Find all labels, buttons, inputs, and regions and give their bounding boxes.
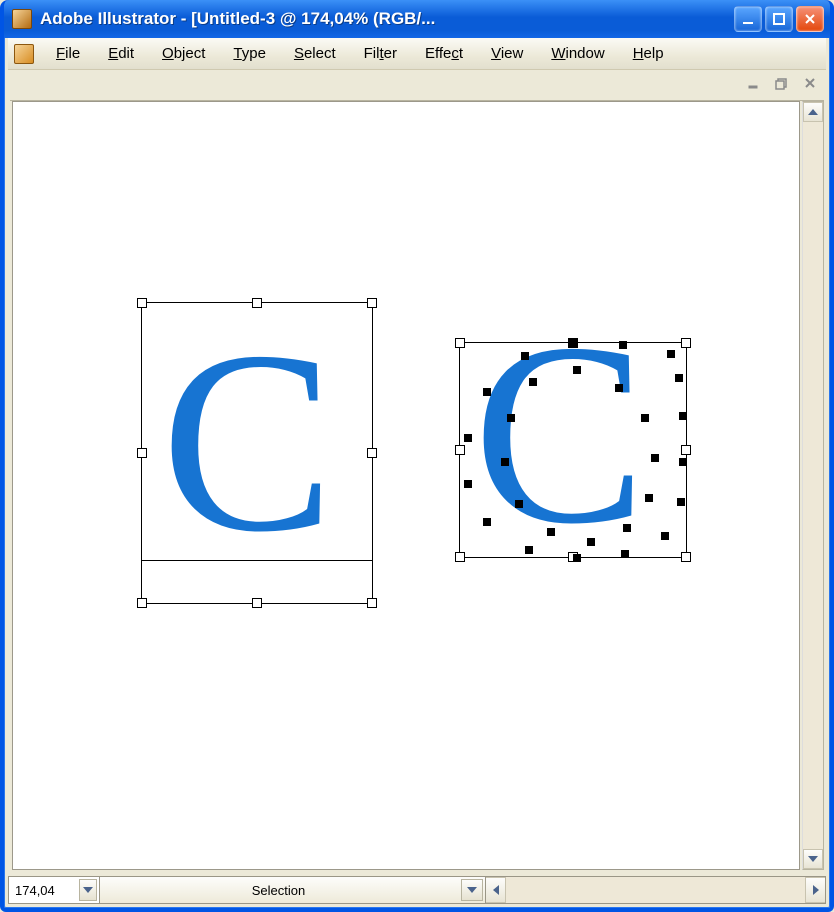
anchor-point[interactable]	[661, 532, 669, 540]
canvas[interactable]: CC	[12, 101, 800, 870]
menu-item-type[interactable]: Type	[219, 42, 280, 65]
document-window-controls	[740, 70, 824, 96]
zoom-dropdown-button[interactable]	[79, 879, 97, 901]
anchor-point[interactable]	[587, 538, 595, 546]
menu-item-help[interactable]: Help	[619, 42, 678, 65]
window-title: Adobe Illustrator - [Untitled-3 @ 174,04…	[40, 9, 734, 29]
anchor-point[interactable]	[573, 366, 581, 374]
chevron-down-icon	[83, 887, 93, 893]
app-icon	[12, 9, 32, 29]
tool-dropdown-button[interactable]	[461, 879, 483, 901]
close-button[interactable]	[796, 6, 824, 32]
anchor-point[interactable]	[645, 494, 653, 502]
app-window: Adobe Illustrator - [Untitled-3 @ 174,04…	[0, 0, 834, 912]
anchor-point[interactable]	[464, 480, 472, 488]
selection-bbox-left[interactable]	[141, 302, 373, 604]
statusbar: 174,04 Selection	[8, 876, 826, 904]
document-minimize-button[interactable]	[740, 72, 768, 94]
menu-item-edit[interactable]: Edit	[94, 42, 148, 65]
selection-handle[interactable]	[252, 598, 262, 608]
vertical-scrollbar[interactable]	[802, 101, 824, 870]
anchor-point[interactable]	[521, 352, 529, 360]
document-restore-button[interactable]	[768, 72, 796, 94]
menu-item-select[interactable]: Select	[280, 42, 350, 65]
current-tool-display[interactable]: Selection	[100, 876, 486, 904]
text-baseline	[141, 560, 373, 561]
document-close-button[interactable]	[796, 72, 824, 94]
anchor-point[interactable]	[651, 454, 659, 462]
anchor-point[interactable]	[675, 374, 683, 382]
selection-handle[interactable]	[252, 298, 262, 308]
anchor-point[interactable]	[569, 339, 577, 347]
anchor-point[interactable]	[641, 414, 649, 422]
selection-handle[interactable]	[367, 298, 377, 308]
scroll-up-button[interactable]	[803, 102, 823, 122]
menu-item-window[interactable]: Window	[537, 42, 618, 65]
anchor-point[interactable]	[621, 550, 629, 558]
selection-handle[interactable]	[455, 552, 465, 562]
menubar: FileEditObjectTypeSelectFilterEffectView…	[8, 38, 826, 70]
app-small-icon	[14, 44, 34, 64]
chevron-down-icon	[467, 887, 477, 893]
close-icon	[803, 76, 817, 90]
anchor-point[interactable]	[515, 500, 523, 508]
scroll-right-button[interactable]	[805, 877, 825, 903]
chevron-right-icon	[813, 885, 819, 895]
anchor-point[interactable]	[483, 518, 491, 526]
maximize-button[interactable]	[765, 6, 793, 32]
anchor-point[interactable]	[615, 384, 623, 392]
selection-handle[interactable]	[455, 445, 465, 455]
selection-handle[interactable]	[137, 448, 147, 458]
anchor-point[interactable]	[507, 414, 515, 422]
menu-item-file[interactable]: File	[42, 42, 94, 65]
anchor-point[interactable]	[483, 388, 491, 396]
scroll-left-button[interactable]	[486, 877, 506, 903]
document-frame: CC	[10, 100, 824, 872]
chevron-left-icon	[493, 885, 499, 895]
selection-handle[interactable]	[367, 448, 377, 458]
anchor-point[interactable]	[501, 458, 509, 466]
anchor-point[interactable]	[529, 378, 537, 386]
anchor-point[interactable]	[573, 554, 581, 562]
anchor-point[interactable]	[525, 546, 533, 554]
chevron-up-icon	[808, 109, 818, 115]
chevron-down-icon	[808, 856, 818, 862]
selection-handle[interactable]	[367, 598, 377, 608]
selection-bbox-right[interactable]	[459, 342, 687, 558]
zoom-field[interactable]: 174,04	[8, 876, 100, 904]
zoom-value: 174,04	[15, 883, 55, 898]
maximize-icon	[773, 13, 785, 25]
menu-item-effet[interactable]: Effect	[411, 42, 477, 65]
menu-item-object[interactable]: Object	[148, 42, 219, 65]
anchor-point[interactable]	[667, 350, 675, 358]
minimize-icon	[742, 13, 754, 25]
selection-handle[interactable]	[137, 298, 147, 308]
scroll-down-button[interactable]	[803, 849, 823, 869]
menu-item-filer[interactable]: Filter	[350, 42, 411, 65]
window-controls	[734, 6, 824, 32]
close-icon	[804, 13, 816, 25]
selection-handle[interactable]	[681, 338, 691, 348]
anchor-point[interactable]	[619, 341, 627, 349]
anchor-point[interactable]	[679, 458, 687, 466]
selection-handle[interactable]	[137, 598, 147, 608]
anchor-point[interactable]	[623, 524, 631, 532]
horizontal-scrollbar[interactable]	[486, 876, 826, 904]
titlebar[interactable]: Adobe Illustrator - [Untitled-3 @ 174,04…	[4, 0, 830, 38]
tool-name: Selection	[252, 883, 305, 898]
anchor-point[interactable]	[547, 528, 555, 536]
restore-icon	[775, 76, 789, 90]
menu-item-view[interactable]: View	[477, 42, 537, 65]
minimize-icon	[747, 76, 761, 90]
anchor-point[interactable]	[677, 498, 685, 506]
minimize-button[interactable]	[734, 6, 762, 32]
selection-handle[interactable]	[455, 338, 465, 348]
selection-handle[interactable]	[681, 552, 691, 562]
selection-handle[interactable]	[681, 445, 691, 455]
anchor-point[interactable]	[679, 412, 687, 420]
anchor-point[interactable]	[464, 434, 472, 442]
